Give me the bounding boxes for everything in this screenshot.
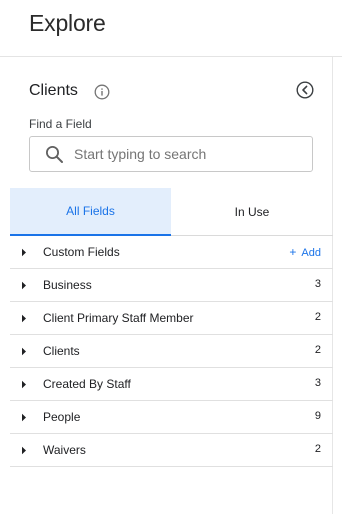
field-count: 2 [314,443,321,455]
field-group-label: Business [43,278,92,292]
search-input[interactable] [74,138,304,170]
field-list: Custom Fields + Add Business 3 Client Pri… [10,236,333,467]
field-tabs: All Fields In Use [10,188,333,236]
plus-icon: + [289,245,297,259]
tab-all-fields-label: All Fields [66,204,115,218]
field-group-label: Created By Staff [43,377,131,391]
caret-right-icon[interactable] [20,314,28,323]
field-group-people[interactable]: People 9 [10,401,333,434]
caret-right-icon[interactable] [20,248,28,257]
search-icon [46,146,63,163]
field-group-business[interactable]: Business 3 [10,269,333,302]
add-label: Add [301,247,321,259]
field-group-label: Waivers [43,443,86,457]
field-count: 2 [314,344,321,356]
field-count: 9 [314,410,321,422]
caret-right-icon[interactable] [20,281,28,290]
field-count: 3 [314,278,321,290]
field-group-created-by-staff[interactable]: Created By Staff 3 [10,368,333,401]
caret-right-icon[interactable] [20,380,28,389]
field-group-label: Custom Fields [43,245,120,259]
field-group-label: People [43,410,81,424]
collapse-panel-button[interactable] [296,81,314,99]
field-group-clients[interactable]: Clients 2 [10,335,333,368]
field-group-custom-fields[interactable]: Custom Fields + Add [10,236,333,269]
panel-title: Clients [29,82,78,99]
find-field-label: Find a Field [29,117,92,131]
field-group-label: Clients [43,344,80,358]
field-picker-panel: Clients Find a Field All Fields In Use [10,57,333,514]
info-icon[interactable] [94,84,110,100]
tab-all-fields[interactable]: All Fields [10,188,171,236]
search-field[interactable] [29,136,313,172]
field-group-label: Client Primary Staff Member [43,311,194,325]
caret-right-icon[interactable] [20,446,28,455]
add-custom-field-button[interactable]: + Add [289,245,321,259]
field-group-waivers[interactable]: Waivers 2 [10,434,333,467]
field-count: 3 [314,377,321,389]
panel-header: Clients Find a Field [10,57,333,188]
tab-in-use-label: In Use [234,205,270,219]
field-group-client-primary-staff-member[interactable]: Client Primary Staff Member 2 [10,302,333,335]
field-count: 2 [314,311,321,323]
tab-in-use[interactable]: In Use [171,188,333,236]
caret-right-icon[interactable] [20,413,28,422]
page-title: Explore [29,10,106,36]
caret-right-icon[interactable] [20,347,28,356]
app-header: Explore [0,0,342,57]
